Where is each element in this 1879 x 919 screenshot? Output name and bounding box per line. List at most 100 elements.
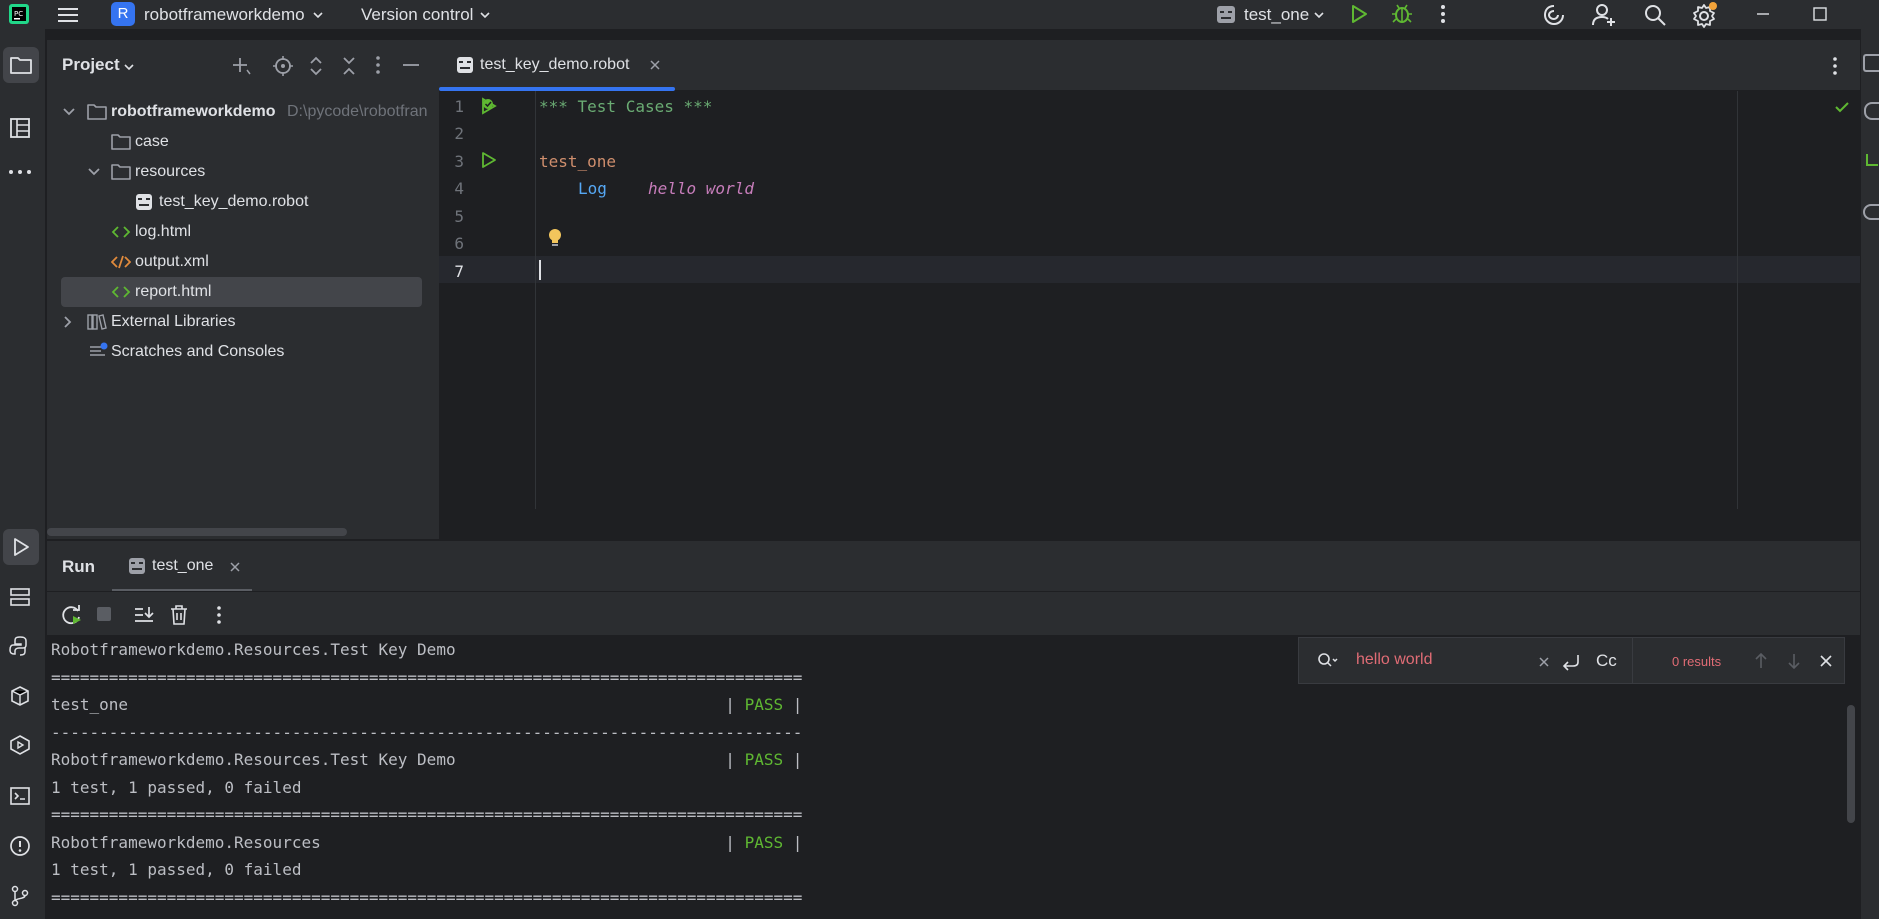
run-toolbar <box>47 591 1860 635</box>
options-icon[interactable] <box>372 55 384 75</box>
console-status-pass: PASS <box>744 750 784 769</box>
code-keyword: Log <box>578 179 607 198</box>
run-config-selector[interactable]: test_one <box>1213 1 1331 28</box>
next-occurrence-icon[interactable] <box>1786 652 1802 670</box>
horizontal-scrollbar[interactable] <box>47 528 347 536</box>
search-input[interactable]: hello world <box>1356 651 1432 669</box>
sciview-icon[interactable] <box>1866 154 1878 166</box>
vcs-menu[interactable]: Version control <box>360 0 495 29</box>
debug-icon[interactable] <box>1391 3 1413 25</box>
text-cursor <box>539 260 541 280</box>
search-icon[interactable] <box>1643 3 1667 27</box>
rerun-icon[interactable] <box>61 604 83 626</box>
structure-icon[interactable] <box>9 117 31 139</box>
console-text: Robotframeworkdemo.Resources.Test Key De… <box>51 750 745 769</box>
python-console-icon[interactable] <box>9 685 31 707</box>
main-menu-icon[interactable] <box>57 5 79 25</box>
html-file-icon <box>111 224 131 240</box>
new-line-icon[interactable] <box>1561 652 1581 672</box>
console-status-pass: PASS <box>744 695 784 714</box>
console-line: Robotframeworkdemo.Resources | PASS | <box>51 833 802 852</box>
add-user-icon[interactable] <box>1591 2 1617 28</box>
run-tool-button[interactable] <box>3 529 39 565</box>
chevron-down-icon[interactable] <box>62 106 76 118</box>
console-search-bar: hello world Cc 0 results <box>1298 637 1845 684</box>
robot-icon <box>456 56 474 74</box>
run-icon[interactable] <box>1349 4 1369 24</box>
project-badge: R <box>111 2 135 26</box>
more-actions-icon[interactable] <box>1437 4 1449 24</box>
code-editor[interactable] <box>439 91 1860 509</box>
project-panel-title[interactable]: Project <box>62 55 120 75</box>
test-passed-gutter-icon[interactable] <box>479 96 499 116</box>
run-tab[interactable]: test_one <box>112 541 252 592</box>
chevron-down-icon[interactable] <box>87 166 101 178</box>
tree-item-path: D:\pycode\robotfran <box>287 103 428 120</box>
project-switcher[interactable]: R robotframeworkdemo <box>110 2 328 28</box>
coverage-icon[interactable] <box>1863 204 1879 220</box>
app-logo-icon[interactable]: PC <box>8 3 30 25</box>
console-text: Robotframeworkdemo.Resources | <box>51 833 745 852</box>
close-search-icon[interactable] <box>1818 653 1834 669</box>
notifications-icon[interactable] <box>1863 54 1879 72</box>
maximize-icon[interactable] <box>1812 6 1828 22</box>
line-number: 2 <box>454 124 464 143</box>
project-tool-button[interactable] <box>3 47 39 83</box>
database-icon[interactable] <box>1864 102 1879 120</box>
close-icon[interactable] <box>648 58 662 72</box>
left-tool-strip <box>0 29 46 919</box>
console-text: | <box>783 695 803 714</box>
right-margin-guide <box>1737 91 1738 509</box>
python-packages-icon[interactable] <box>9 635 31 657</box>
more-options-icon[interactable] <box>213 605 225 625</box>
console-line: test_one | PASS | <box>51 695 802 714</box>
clear-all-icon[interactable] <box>169 604 189 626</box>
console-line: ========================================… <box>51 888 802 907</box>
intention-bulb-icon[interactable] <box>546 228 564 248</box>
xml-file-icon <box>111 254 131 270</box>
html-file-icon <box>111 284 131 300</box>
chevron-down-icon <box>312 10 324 20</box>
hide-panel-icon[interactable] <box>401 55 421 75</box>
chevron-right-icon[interactable] <box>62 315 74 329</box>
run-test-gutter-icon[interactable] <box>480 151 498 169</box>
debug-tool-icon[interactable] <box>9 734 31 756</box>
editor-tab[interactable]: test_key_demo.robot <box>439 40 675 91</box>
folder-icon <box>111 163 131 181</box>
terminal-icon[interactable] <box>9 785 31 807</box>
close-icon[interactable] <box>228 560 242 574</box>
tree-item-label: Scratches and Consoles <box>111 343 285 360</box>
services-icon[interactable] <box>9 586 31 608</box>
chevron-down-icon[interactable] <box>123 62 135 72</box>
chevron-down-icon <box>479 10 491 20</box>
console-scrollbar[interactable] <box>1847 705 1855 823</box>
minimize-icon[interactable] <box>1755 6 1771 22</box>
svg-text:PC: PC <box>14 10 23 18</box>
editor-more-icon[interactable] <box>1829 56 1841 76</box>
run-config-name: test_one <box>1244 5 1310 24</box>
project-name: robotframeworkdemo <box>144 5 305 24</box>
problems-icon[interactable] <box>9 835 31 857</box>
console-line: Robotframeworkdemo.Resources.Test Key De… <box>51 640 456 659</box>
console-text: ========================================… <box>51 668 803 687</box>
clear-search-icon[interactable] <box>1537 655 1551 669</box>
code-argument: hello world <box>648 179 754 198</box>
expand-all-icon[interactable] <box>307 55 325 77</box>
add-icon[interactable] <box>230 55 252 77</box>
line-number: 5 <box>454 207 464 226</box>
settings-icon[interactable] <box>1691 1 1719 29</box>
stop-icon[interactable] <box>96 606 112 622</box>
robot-icon <box>135 193 153 211</box>
git-icon[interactable] <box>9 885 31 907</box>
match-case-toggle[interactable]: Cc <box>1596 651 1617 671</box>
console-text: | <box>783 750 803 769</box>
more-tools-icon[interactable] <box>8 168 32 176</box>
locate-icon[interactable] <box>272 55 294 77</box>
tree-item-label: log.html <box>135 223 192 240</box>
search-icon[interactable] <box>1317 652 1339 670</box>
scroll-to-end-icon[interactable] <box>133 605 155 625</box>
collapse-all-icon[interactable] <box>340 55 358 77</box>
ai-assistant-icon[interactable] <box>1542 3 1566 27</box>
console-line: Robotframeworkdemo.Resources.Test Key De… <box>51 750 802 769</box>
previous-occurrence-icon[interactable] <box>1753 652 1769 670</box>
